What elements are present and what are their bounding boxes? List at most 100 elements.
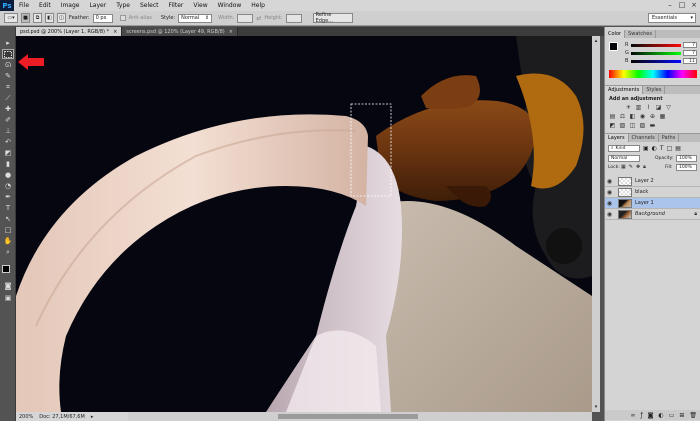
height-input[interactable]: [285, 13, 302, 23]
brush-icon[interactable]: ✐: [2, 115, 14, 125]
layer-kind-filter[interactable]: ⌕ Kind: [608, 145, 640, 152]
layer-row[interactable]: ◉ black: [605, 187, 700, 198]
trash-icon[interactable]: 🗑︎: [689, 412, 697, 419]
tool-preset-picker[interactable]: ▭▾: [4, 13, 18, 23]
tab-styles[interactable]: Styles: [643, 86, 666, 94]
intersect-selection-button[interactable]: ◫: [57, 13, 66, 23]
green-value[interactable]: 7: [683, 50, 697, 56]
fill-input[interactable]: 100%: [676, 164, 697, 171]
layer-name[interactable]: black: [635, 189, 648, 195]
add-selection-button[interactable]: ⧉: [33, 13, 42, 23]
new-layer-icon[interactable]: ⊞: [679, 412, 684, 419]
tab-psd[interactable]: psd.psd @ 200% (Layer 1, RGB/8) * ×: [16, 27, 123, 36]
green-slider[interactable]: G 7: [625, 50, 699, 56]
black-white-icon[interactable]: ◧: [629, 113, 636, 120]
workspace-select[interactable]: Essentials ▾: [648, 13, 696, 23]
threshold-icon[interactable]: ◫: [629, 122, 636, 129]
healing-brush-icon[interactable]: ✚: [2, 104, 14, 114]
menu-select[interactable]: Select: [135, 0, 164, 11]
shape-filter-icon[interactable]: □: [667, 145, 673, 152]
scroll-up-icon[interactable]: ▴: [593, 38, 599, 44]
clone-stamp-icon[interactable]: ⊥: [2, 126, 14, 136]
lasso-icon[interactable]: ᘏ: [2, 60, 14, 70]
folder-icon[interactable]: ▭: [669, 412, 675, 419]
gradient-map-icon[interactable]: ▬: [649, 122, 656, 129]
move-tool-icon[interactable]: ▸: [2, 38, 14, 48]
tab-channels[interactable]: Channels: [629, 134, 659, 142]
foreground-color-swatch[interactable]: [2, 265, 10, 273]
tab-paths[interactable]: Paths: [659, 134, 680, 142]
history-brush-icon[interactable]: ↶: [2, 137, 14, 147]
layer-name[interactable]: Layer 1: [635, 200, 654, 206]
eye-icon[interactable]: ◉: [605, 200, 614, 207]
menu-view[interactable]: View: [188, 0, 212, 11]
invert-icon[interactable]: ◩: [609, 122, 616, 129]
menu-help[interactable]: Help: [246, 0, 270, 11]
link-icon[interactable]: ∞: [630, 412, 635, 419]
mask-icon[interactable]: ◙: [648, 412, 654, 419]
type-filter-icon[interactable]: T: [660, 145, 664, 152]
fx-icon[interactable]: ƒ: [640, 412, 642, 419]
minimize-button[interactable]: –: [664, 0, 676, 11]
eraser-icon[interactable]: ◩: [2, 148, 14, 158]
layer-row[interactable]: ◉ Background 🔒︎: [605, 209, 700, 220]
exposure-icon[interactable]: ◪: [655, 104, 662, 111]
tab-layers[interactable]: Layers: [605, 134, 629, 142]
subtract-selection-button[interactable]: ◧: [45, 13, 54, 23]
lock-all-icon[interactable]: 🔒︎: [643, 164, 646, 170]
posterize-icon[interactable]: ▧: [619, 122, 626, 129]
refine-edge-button[interactable]: Refine Edge...: [312, 12, 353, 24]
menu-file[interactable]: File: [14, 0, 34, 11]
document-canvas[interactable]: [16, 36, 592, 412]
eye-icon[interactable]: ◉: [605, 189, 614, 196]
dodge-icon[interactable]: ◔: [2, 181, 14, 191]
channel-mixer-icon[interactable]: ⊕: [649, 113, 656, 120]
eyedropper-icon[interactable]: ⟋: [2, 93, 14, 103]
hue-saturation-icon[interactable]: ▤: [609, 113, 616, 120]
selective-color-icon[interactable]: ▨: [639, 122, 646, 129]
path-select-icon[interactable]: ↖: [2, 214, 14, 224]
foreground-color-chip[interactable]: [609, 42, 618, 51]
menu-type[interactable]: Type: [111, 0, 135, 11]
lock-transparency-icon[interactable]: ▦: [621, 164, 626, 170]
layer-name[interactable]: Layer 2: [635, 178, 654, 184]
style-select[interactable]: Normal ⇕: [178, 13, 213, 23]
zoom-icon[interactable]: ⌕: [2, 247, 14, 257]
tab-adjustments[interactable]: Adjustments: [605, 86, 644, 94]
vibrance-icon[interactable]: ▽: [665, 104, 672, 111]
adjustment-filter-icon[interactable]: ◐: [652, 145, 657, 152]
smart-filter-icon[interactable]: ▤: [675, 145, 681, 152]
red-track[interactable]: [631, 43, 681, 47]
swap-icon[interactable]: ⇄: [256, 15, 261, 22]
gradient-icon[interactable]: ▮: [2, 159, 14, 169]
close-icon[interactable]: ×: [113, 29, 117, 35]
levels-icon[interactable]: ▥: [635, 104, 642, 111]
layer-name[interactable]: Background: [635, 211, 665, 217]
pen-icon[interactable]: ✒: [2, 192, 14, 202]
menu-edit[interactable]: Edit: [34, 0, 56, 11]
menu-window[interactable]: Window: [213, 0, 247, 11]
feather-input[interactable]: 0 px: [92, 13, 113, 23]
menu-layer[interactable]: Layer: [84, 0, 111, 11]
lock-position-icon[interactable]: ✥: [636, 164, 640, 170]
photo-filter-icon[interactable]: ◉: [639, 113, 646, 120]
menu-filter[interactable]: Filter: [164, 0, 189, 11]
close-button[interactable]: ×: [688, 0, 700, 11]
red-value[interactable]: 7: [683, 42, 697, 48]
close-icon[interactable]: ×: [229, 29, 233, 35]
red-slider[interactable]: R 7: [625, 42, 699, 48]
blur-icon[interactable]: ●: [2, 170, 14, 180]
eye-icon[interactable]: ◉: [605, 178, 614, 185]
maximize-button[interactable]: □: [676, 0, 688, 11]
curves-icon[interactable]: ⌇: [645, 104, 652, 111]
opacity-input[interactable]: 100%: [676, 155, 697, 162]
hand-icon[interactable]: ✋: [2, 236, 14, 246]
color-balance-icon[interactable]: ⚖: [619, 113, 626, 120]
eye-icon[interactable]: ◉: [605, 211, 614, 218]
menu-image[interactable]: Image: [56, 0, 85, 11]
blue-value[interactable]: 11: [683, 58, 697, 64]
blue-track[interactable]: [631, 59, 681, 63]
antialias-checkbox[interactable]: [119, 15, 126, 21]
type-icon[interactable]: T: [2, 203, 14, 213]
new-selection-button[interactable]: ■: [21, 13, 30, 23]
